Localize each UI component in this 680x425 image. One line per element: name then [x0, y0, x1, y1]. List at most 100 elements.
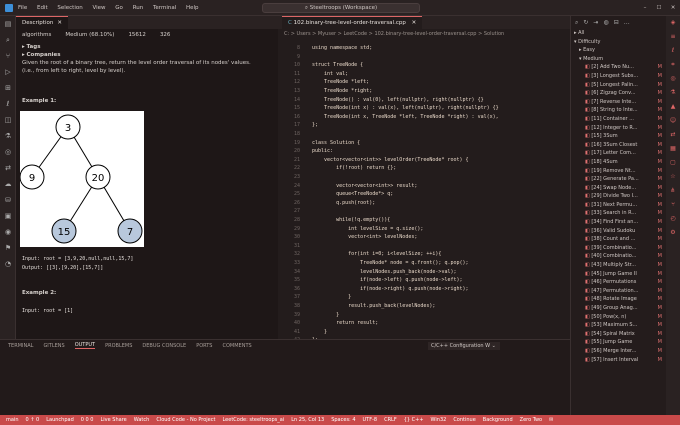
run-debug-icon[interactable]: ▷	[0, 64, 16, 80]
problem-item[interactable]: ◧ [38] Count and ... M	[571, 235, 666, 244]
copilot-icon[interactable]: ◉	[0, 224, 16, 240]
menu-edit[interactable]: Edit	[37, 5, 48, 11]
editor-tab[interactable]: C 102.binary-tree-level-order-traversal.…	[282, 16, 423, 29]
problem-item[interactable]: ◧ [55] Jump Game M	[571, 338, 666, 347]
problem-item[interactable]: ◧ [22] Generate Pa... M	[571, 175, 666, 184]
settings-gear-icon[interactable]: ⚙	[666, 226, 680, 240]
tab-description[interactable]: Description ✕	[16, 16, 68, 29]
close-icon[interactable]: ✕	[666, 0, 680, 16]
tree-icon[interactable]: ⋔	[666, 184, 680, 198]
code-area[interactable]: 8 using namespace std; 9 10 struct TreeNode …	[278, 39, 570, 339]
tree-difficulty[interactable]: ▾ Difficulty	[571, 38, 666, 47]
problem-item[interactable]: ◧ [45] Jump Game II M	[571, 270, 666, 279]
tags-toggle[interactable]: ▸ Tags	[22, 43, 272, 51]
status-item[interactable]: main	[6, 417, 19, 423]
status-item[interactable]: {} C++	[404, 417, 424, 423]
output-channel-select[interactable]: C/C++ Configuration W ⌄	[428, 342, 500, 350]
menu-terminal[interactable]: Terminal	[153, 5, 176, 11]
panel-tab-problems[interactable]: PROBLEMS	[105, 343, 132, 349]
tree-all[interactable]: ▸ All	[571, 29, 666, 38]
problem-item[interactable]: ◧ [54] Spiral Matrix M	[571, 330, 666, 339]
problem-item[interactable]: ◧ [43] Multiply Str... M	[571, 261, 666, 270]
problem-item[interactable]: ◧ [46] Permutations M	[571, 278, 666, 287]
menu-view[interactable]: View	[92, 5, 105, 11]
problem-item[interactable]: ◧ [53] Maximum S... M	[571, 321, 666, 330]
status-item[interactable]: CRLF	[384, 417, 397, 423]
problem-item[interactable]: ◧ [12] Integer to R... M	[571, 124, 666, 133]
docker-icon[interactable]: ▣	[0, 208, 16, 224]
problem-item[interactable]: ◧ [40] Combinatio... M	[571, 252, 666, 261]
explorer-icon[interactable]: ▤	[0, 16, 16, 32]
companies-toggle[interactable]: ▸ Companies	[22, 51, 272, 59]
globe-icon[interactable]: ◍	[603, 19, 608, 26]
problem-item[interactable]: ◧ [15] 3Sum M	[571, 132, 666, 141]
grid-icon[interactable]: ▦	[666, 142, 680, 156]
target-icon[interactable]: ◎	[666, 72, 680, 86]
status-item[interactable]: Cloud Code - No Project	[156, 417, 215, 423]
search-icon[interactable]: ⌕	[575, 19, 578, 27]
menu-selection[interactable]: Selection	[57, 5, 82, 11]
branch-icon[interactable]: ⑂	[666, 198, 680, 212]
panel-tab-terminal[interactable]: TERMINAL	[8, 343, 33, 349]
box-icon[interactable]: ▢	[666, 156, 680, 170]
problem-item[interactable]: ◧ [57] Insert Interval M	[571, 356, 666, 365]
problem-item[interactable]: ◧ [7] Reverse Inte... M	[571, 98, 666, 107]
status-item[interactable]: Zero Two	[520, 417, 542, 423]
tag-icon[interactable]: ⌗	[666, 58, 680, 72]
panel-tab-ports[interactable]: PORTS	[196, 343, 212, 349]
status-item[interactable]: Ln 25, Col 13	[291, 417, 324, 423]
tree-easy[interactable]: ▸ Easy	[571, 46, 666, 55]
problem-item[interactable]: ◧ [17] Letter Com... M	[571, 149, 666, 158]
status-item[interactable]: 0 0 0	[81, 417, 94, 423]
problem-item[interactable]: ◧ [8] String to Inte... M	[571, 106, 666, 115]
status-item[interactable]: Background	[483, 417, 513, 423]
status-item[interactable]: Spaces: 4	[331, 417, 355, 423]
status-item[interactable]: 0 ↑ 0	[26, 417, 40, 423]
minimize-icon[interactable]: –	[638, 0, 652, 16]
clock-icon[interactable]: ◴	[666, 212, 680, 226]
leetcode-icon[interactable]: ℓ	[666, 44, 680, 58]
problem-item[interactable]: ◧ [47] Permutation... M	[571, 287, 666, 296]
panel-tab-gitlens[interactable]: GITLENS	[43, 343, 64, 349]
menu-help[interactable]: Help	[186, 5, 199, 11]
timeline-icon[interactable]: ◔	[0, 256, 16, 272]
flask-icon[interactable]: ⚗	[666, 86, 680, 100]
status-item[interactable]: Continue	[453, 417, 475, 423]
problem-item[interactable]: ◧ [2] Add Two Nu... M	[571, 63, 666, 72]
status-item[interactable]: Live Share	[101, 417, 127, 423]
tree-medium[interactable]: ▾ Medium	[571, 55, 666, 64]
status-item[interactable]: Win32	[431, 417, 447, 423]
status-item[interactable]: LeetCode: steeltroops_ai	[222, 417, 284, 423]
problem-item[interactable]: ◧ [11] Container ... M	[571, 115, 666, 124]
close-icon[interactable]: ✕	[412, 20, 417, 26]
problem-item[interactable]: ◧ [50] Pow(x, n) M	[571, 313, 666, 322]
database-icon[interactable]: ⛁	[0, 192, 16, 208]
maximize-icon[interactable]: ☐	[652, 0, 666, 16]
problem-item[interactable]: ◧ [18] 4Sum M	[571, 158, 666, 167]
collapse-icon[interactable]: ⊟	[614, 19, 619, 26]
user-icon[interactable]: ☺	[666, 114, 680, 128]
shuffle-icon[interactable]: ⇄	[666, 128, 680, 142]
command-center-search[interactable]: ⌕ Steeltroops (Workspace)	[262, 3, 420, 13]
problem-item[interactable]: ◧ [36] Valid Sudoku M	[571, 227, 666, 236]
status-item[interactable]: Launchpad	[46, 417, 74, 423]
problem-item[interactable]: ◧ [6] Zigzag Conv... M	[571, 89, 666, 98]
remote-icon[interactable]: ◫	[0, 112, 16, 128]
problem-item[interactable]: ◧ [3] Longest Subs... M	[571, 72, 666, 81]
panel-tab-output[interactable]: OUTPUT	[74, 342, 96, 349]
problem-item[interactable]: ◧ [19] Remove Nt... M	[571, 167, 666, 176]
testing-icon[interactable]: ⚗	[0, 128, 16, 144]
status-item[interactable]: Watch	[134, 417, 150, 423]
problem-item[interactable]: ◧ [16] 3Sum Closest M	[571, 141, 666, 150]
problem-item[interactable]: ◧ [24] Swap Node... M	[571, 184, 666, 193]
outline-icon[interactable]: ≡	[666, 30, 680, 44]
refresh-icon[interactable]: ↻	[583, 19, 588, 26]
panel-tab-debug-console[interactable]: DEBUG CONSOLE	[142, 343, 186, 349]
menu-file[interactable]: File	[18, 5, 27, 11]
signout-icon[interactable]: ⇥	[593, 19, 598, 26]
status-item[interactable]: UTF-8	[363, 417, 378, 423]
problem-item[interactable]: ◧ [49] Group Anag... M	[571, 304, 666, 313]
cloud-code-icon[interactable]: ☁	[0, 176, 16, 192]
source-control-icon[interactable]: ⑂	[0, 48, 16, 64]
extensions-icon[interactable]: ⊞	[0, 80, 16, 96]
